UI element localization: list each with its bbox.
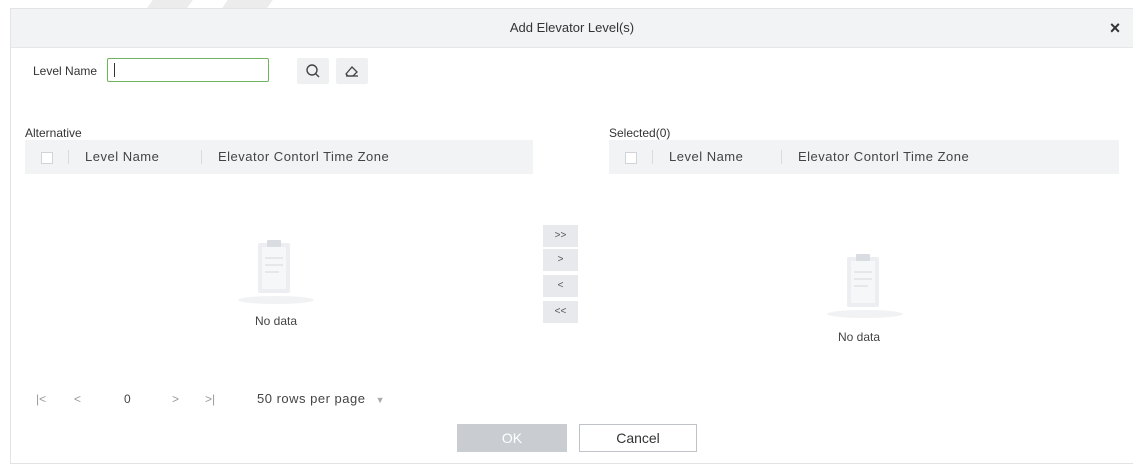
move-left-button[interactable]: < <box>543 275 578 297</box>
ok-button[interactable]: OK <box>457 424 567 452</box>
no-data-icon <box>238 240 314 304</box>
selected-empty-text: No data <box>838 330 881 344</box>
selected-heading: Selected(0) <box>609 126 671 140</box>
dialog-title: Add Elevator Level(s) <box>509 20 635 35</box>
alternative-empty-text: No data <box>255 314 298 328</box>
column-divider <box>201 150 202 164</box>
search-button[interactable] <box>297 58 329 84</box>
column-divider <box>68 150 69 164</box>
decor-stripe <box>147 0 193 8</box>
column-header-level-name[interactable]: Level Name <box>85 149 159 164</box>
column-divider <box>781 150 782 164</box>
first-page-button[interactable]: |< <box>36 392 46 406</box>
text-caret <box>114 63 115 77</box>
level-name-search-input[interactable] <box>107 58 269 82</box>
rows-per-page-select[interactable]: 50 rows per page ▼ <box>257 391 385 406</box>
chevron-down-icon: ▼ <box>375 395 385 405</box>
selected-table-header: Level Name Elevator Contorl Time Zone <box>609 140 1119 174</box>
move-all-left-button[interactable]: << <box>543 301 578 323</box>
move-right-button[interactable]: > <box>543 249 578 271</box>
alternative-table-header: Level Name Elevator Contorl Time Zone <box>25 140 533 174</box>
dialog-titlebar: Add Elevator Level(s) × <box>11 9 1133 48</box>
search-icon <box>306 64 320 78</box>
column-header-time-zone[interactable]: Elevator Contorl Time Zone <box>798 149 969 164</box>
eraser-icon <box>345 66 358 77</box>
column-header-time-zone[interactable]: Elevator Contorl Time Zone <box>218 149 389 164</box>
close-icon[interactable]: × <box>1103 9 1127 47</box>
page-number[interactable]: 0 <box>124 392 131 406</box>
no-data-icon <box>827 254 903 318</box>
move-all-right-button[interactable]: >> <box>543 225 578 247</box>
alternative-heading: Alternative <box>25 126 82 140</box>
cancel-button[interactable]: Cancel <box>579 424 697 452</box>
level-name-label: Level Name <box>33 64 98 78</box>
last-page-button[interactable]: >| <box>205 392 215 406</box>
prev-page-button[interactable]: < <box>74 392 81 406</box>
decor-stripe <box>222 0 273 8</box>
select-all-checkbox[interactable] <box>625 152 637 164</box>
column-header-level-name[interactable]: Level Name <box>669 149 743 164</box>
next-page-button[interactable]: > <box>172 392 179 406</box>
rows-per-page-label: 50 rows per page <box>257 391 366 406</box>
select-all-checkbox[interactable] <box>41 152 53 164</box>
clear-button[interactable] <box>336 58 368 84</box>
column-divider <box>652 150 653 164</box>
